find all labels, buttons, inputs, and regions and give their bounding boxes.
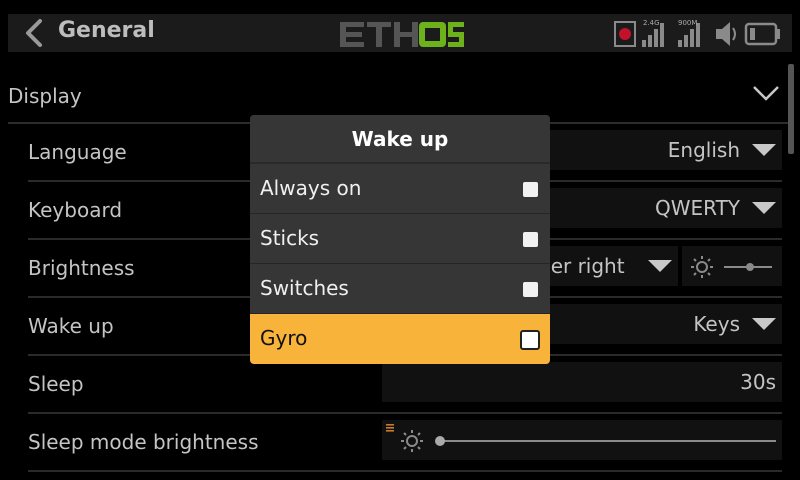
header-bar: General 2.4G 900M: [0, 0, 800, 64]
sleep-brightness-slider[interactable]: [382, 420, 782, 460]
brightness-icon: [691, 256, 713, 278]
option-label: Switches: [260, 276, 349, 300]
dialog-title: Wake up: [250, 115, 550, 164]
row-label: Wake up: [28, 314, 114, 338]
chevron-down-icon: [753, 86, 779, 101]
row-label: Language: [28, 140, 127, 164]
row-label: Brightness: [28, 256, 135, 280]
battery-icon: [744, 22, 780, 46]
menu-lines-icon: [386, 424, 394, 432]
sleep-brightness-graphic: [386, 424, 776, 452]
option-always-on[interactable]: Always on: [250, 164, 550, 214]
checkbox[interactable]: [520, 330, 540, 350]
option-label: Gyro: [260, 326, 308, 350]
brightness-slider-graphic: [691, 256, 772, 278]
dropdown-arrow-icon: [648, 260, 672, 272]
dropdown-arrow-icon: [752, 144, 776, 156]
wake-up-dialog: Wake up Always on Sticks Switches Gyro: [250, 115, 550, 364]
chevron-left-icon: [26, 19, 42, 47]
dropdown-value: Keys: [693, 312, 740, 336]
signal-900m-icon: 900M: [678, 19, 700, 47]
signal-2-4g-icon: 2.4G: [642, 19, 664, 47]
option-label: Always on: [260, 176, 362, 200]
row-sleep-brightness: Sleep mode brightness: [28, 414, 782, 472]
field-value: 30s: [740, 370, 776, 394]
checkbox[interactable]: [523, 182, 538, 197]
dropdown-arrow-icon: [752, 202, 776, 214]
band-900-label: 900M: [678, 19, 697, 27]
section-label: Display: [8, 84, 82, 108]
option-gyro[interactable]: Gyro: [250, 314, 550, 364]
speaker-icon: [716, 22, 736, 46]
option-label: Sticks: [260, 226, 320, 250]
status-bar: 2.4G 900M: [612, 16, 792, 50]
row-label: Sleep mode brightness: [28, 430, 259, 454]
row-label: Sleep: [28, 372, 84, 396]
brightness-icon: [401, 430, 423, 452]
dropdown-value: QWERTY: [654, 196, 740, 220]
option-switches[interactable]: Switches: [250, 264, 550, 314]
ethos-logo: [340, 22, 464, 47]
sleep-field[interactable]: 30s: [382, 362, 782, 402]
record-icon: [614, 21, 636, 47]
scrollbar[interactable]: [788, 64, 794, 154]
page-title: General: [58, 18, 155, 43]
checkbox[interactable]: [523, 282, 538, 297]
row-sleep: Sleep 30s: [28, 356, 782, 414]
dropdown-value: English: [667, 138, 740, 162]
dropdown-value: der right: [538, 254, 625, 278]
divider: [28, 470, 782, 472]
dropdown-arrow-icon: [752, 318, 776, 330]
option-sticks[interactable]: Sticks: [250, 214, 550, 264]
section-display[interactable]: Display: [0, 64, 790, 124]
brightness-slider[interactable]: [682, 246, 782, 286]
back-button[interactable]: [14, 14, 52, 52]
band-24-label: 2.4G: [643, 19, 660, 27]
checkbox[interactable]: [523, 232, 538, 247]
row-label: Keyboard: [28, 198, 123, 222]
